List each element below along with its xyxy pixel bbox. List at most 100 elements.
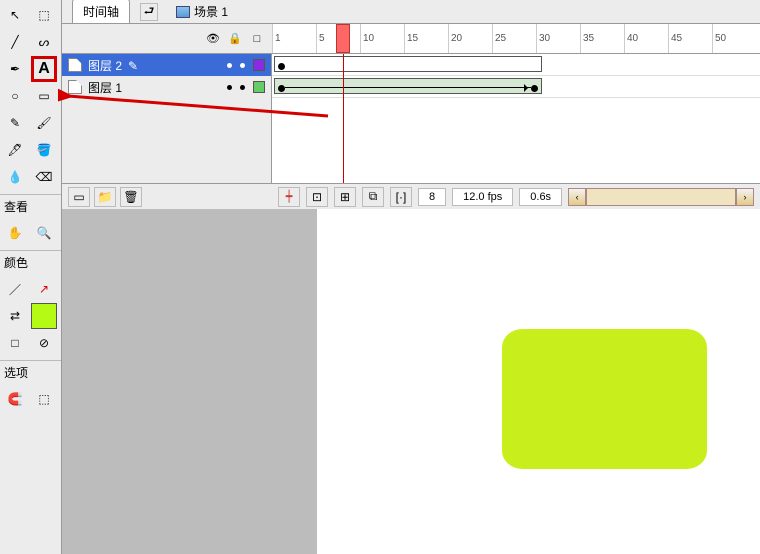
outline-icon[interactable]: □ [250,32,264,46]
hand-tool[interactable]: ✋ [2,220,28,246]
back-icon: ⮐ [144,2,155,23]
keyframe[interactable] [278,63,285,70]
layer-color-swatch[interactable] [253,81,265,93]
folder-icon: 📁 [98,190,113,204]
timeline-scrollbar[interactable]: ‹ › [568,188,754,206]
ruler-tick: 30 [536,24,580,53]
onion-skin-button[interactable]: ⊡ [306,187,328,207]
options-section-label: 选项 [0,360,61,384]
eraser-tool[interactable]: ⌫ [31,164,57,190]
elapsed-time: 0.6s [519,188,562,206]
eyedropper-tool[interactable]: 💧 [2,164,28,190]
layer-list: 图层 2 ✎ 图层 1 [62,54,272,183]
stroke-color[interactable]: ／ [2,276,28,302]
layer-icon [68,80,82,94]
bracket-icon: [·] [396,190,407,204]
scroll-right-button[interactable]: › [736,188,754,206]
oval-icon: ○ [11,89,18,103]
stage[interactable] [317,209,760,554]
pen-tool[interactable]: ✒ [2,56,28,82]
keyframe[interactable] [278,85,285,92]
pen-icon: ✒ [10,62,20,76]
nofill-icon: ↗ [39,282,49,296]
scroll-left-button[interactable]: ‹ [568,188,586,206]
text-tool[interactable]: A [31,56,57,82]
onion-outline-button[interactable]: ⊞ [334,187,356,207]
scroll-track[interactable] [586,188,736,206]
lock-dot[interactable] [240,63,245,68]
paint-icon: 🪣 [37,143,52,157]
scene-name: 场景 1 [194,3,228,20]
rect-icon: ▭ [38,89,49,103]
layer-name: 图层 1 [88,79,122,96]
delete-layer-button[interactable]: 🗑 [120,187,142,207]
dropper-icon: 💧 [8,170,23,184]
line-tool[interactable]: ╱ [2,29,28,55]
center-frame-button[interactable]: ┿ [278,187,300,207]
ink-bottle-tool[interactable]: 🖋 [2,137,28,163]
layer-row[interactable]: 图层 2 ✎ [62,54,271,76]
timeline-tab[interactable]: 时间轴 [72,0,130,23]
newlayer-icon: ▭ [73,190,84,204]
snap-option[interactable]: 🧲 [2,386,28,412]
new-layer-button[interactable]: ▭ [68,187,90,207]
frame-ruler[interactable]: 1 5 10 15 20 25 30 35 40 45 50 [272,24,760,54]
lock-icon[interactable]: 🔒 [228,32,242,46]
pencil-icon: ✎ [10,116,20,130]
lock-dot[interactable] [240,85,245,90]
top-tab-bar: 时间轴 ⮐ 场景 1 [62,0,760,24]
brush-tool[interactable]: 🖌 [31,110,57,136]
ruler-tick: 10 [360,24,404,53]
color-section-label: 颜色 [0,250,61,274]
swap-colors[interactable]: ⇄ [2,303,28,329]
pencil-icon: ✎ [128,59,140,71]
track-area[interactable] [272,54,760,183]
stroke-icon: ／ [9,281,21,298]
onion-icon: ⊡ [312,190,322,204]
subselect-icon: ⬚ [38,8,49,22]
scene-back-button[interactable]: ⮐ [140,3,158,21]
oval-tool[interactable]: ○ [2,83,28,109]
option2-icon: ⬚ [38,392,49,406]
subselection-tool[interactable]: ⬚ [31,2,57,28]
lasso-tool[interactable]: ᔕ [31,29,57,55]
magnet-icon: 🧲 [8,392,23,406]
keyframe[interactable] [531,85,538,92]
drawn-shape[interactable] [502,329,707,469]
scene-crumb[interactable]: 场景 1 [168,0,236,23]
layer-row[interactable]: 图层 1 [62,76,271,98]
lasso-icon: ᔕ [39,35,50,49]
ruler-tick: 35 [580,24,624,53]
visibility-dot[interactable] [227,85,232,90]
rectangle-tool[interactable]: ▭ [31,83,57,109]
layer-color-swatch[interactable] [253,59,265,71]
tween-arrow [285,87,531,88]
smooth-option[interactable]: ⬚ [31,386,57,412]
view-section-label: 查看 [0,194,61,218]
layer-icon [68,58,82,72]
ruler-tick: 15 [404,24,448,53]
main-area: 时间轴 ⮐ 场景 1 👁 🔒 □ 1 5 10 15 20 25 30 35 4… [62,0,760,554]
tween-span[interactable] [274,78,542,94]
stage-margin [62,209,317,554]
modify-markers-button[interactable]: [·] [390,187,412,207]
arrow-icon: ↖ [10,8,20,22]
eye-icon[interactable]: 👁 [206,32,220,46]
current-frame: 8 [418,188,446,206]
zoom-tool[interactable]: 🔍 [31,220,57,246]
selection-tool[interactable]: ↖ [2,2,28,28]
visibility-dot[interactable] [227,63,232,68]
edit-multiple-button[interactable]: ⧉ [362,187,384,207]
fill-color-swatch[interactable] [31,303,57,329]
ruler-tick: 45 [668,24,712,53]
paint-bucket-tool[interactable]: 🪣 [31,137,57,163]
new-folder-button[interactable]: 📁 [94,187,116,207]
no-color[interactable]: ⊘ [31,330,57,356]
playhead[interactable] [336,24,350,53]
default-colors[interactable]: □ [2,330,28,356]
pencil-tool[interactable]: ✎ [2,110,28,136]
frame-span[interactable] [274,56,542,72]
trash-icon: 🗑 [123,190,138,204]
stage-container [62,209,760,554]
fill-color-none[interactable]: ↗ [31,276,57,302]
